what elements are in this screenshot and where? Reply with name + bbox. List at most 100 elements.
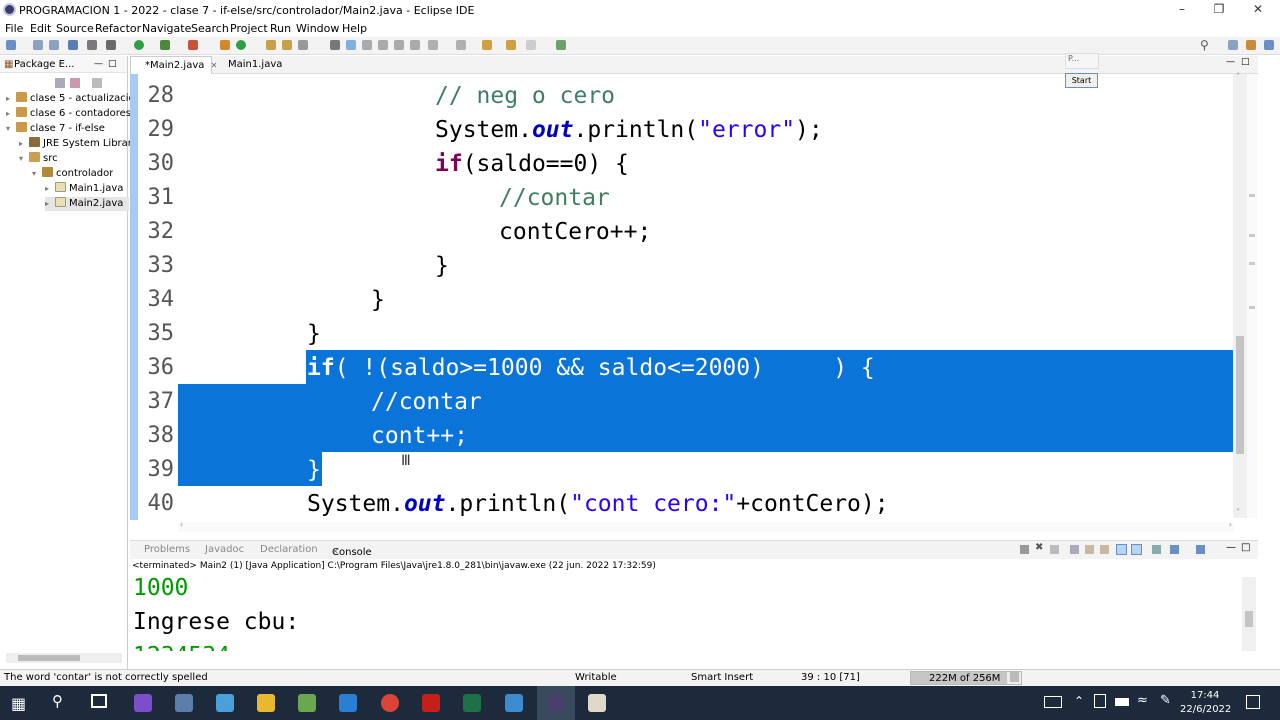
tree-item-main1[interactable]: ▸ Main1.java: [45, 182, 123, 196]
tree-item-main2[interactable]: ▸ Main2.java: [45, 197, 130, 211]
tree-item-controlador[interactable]: ▾ controlador: [32, 167, 113, 181]
floating-panel[interactable]: P...: [1065, 53, 1099, 69]
minimize-editor-icon[interactable]: —: [1226, 57, 1235, 67]
task-view-icon[interactable]: [91, 694, 107, 708]
code-line-39[interactable]: }: [307, 453, 321, 487]
menu-edit[interactable]: Edit: [30, 22, 51, 35]
scroll-lock-icon[interactable]: [1085, 545, 1094, 554]
menu-navigate[interactable]: Navigate: [142, 22, 191, 35]
paint-icon[interactable]: [588, 694, 606, 712]
menu-help[interactable]: Help: [342, 22, 367, 35]
skip-breakpoints-icon[interactable]: [87, 40, 97, 50]
menu-refactor[interactable]: Refactor: [95, 22, 141, 35]
mark-occurrences-icon[interactable]: [346, 40, 356, 50]
chevron-up-icon[interactable]: ⌃: [1074, 694, 1084, 708]
code-line-28[interactable]: // neg o cero: [435, 79, 615, 113]
clear-console-icon[interactable]: [1070, 545, 1079, 554]
menu-source[interactable]: Source: [56, 22, 94, 35]
open-perspective-icon[interactable]: [1228, 40, 1238, 50]
highlight-icon[interactable]: [362, 40, 372, 50]
new-icon[interactable]: [6, 40, 16, 50]
code-line-31[interactable]: //contar: [499, 181, 610, 215]
tab-main1[interactable]: Main1.java: [214, 56, 294, 74]
minimize-icon[interactable]: –: [1172, 2, 1192, 18]
pen-icon[interactable]: ✎: [1160, 693, 1171, 708]
toggle-word-wrap-icon[interactable]: [394, 40, 404, 50]
toggle-block-icon[interactable]: [378, 40, 388, 50]
minimize-view-icon[interactable]: —: [94, 56, 103, 73]
tab-main2[interactable]: *Main2.java ✕: [130, 56, 217, 74]
pin-console-icon[interactable]: [1152, 545, 1161, 554]
postgres-icon[interactable]: [175, 694, 193, 712]
wifi-icon[interactable]: ≈: [1137, 693, 1148, 708]
view-menu-icon[interactable]: [92, 78, 102, 88]
code-line-32[interactable]: contCero++;: [499, 215, 651, 249]
maximize-editor-icon[interactable]: □: [1241, 57, 1250, 67]
tablet-icon[interactable]: [1094, 694, 1106, 708]
file-explorer-icon[interactable]: [257, 694, 275, 712]
pin-icon[interactable]: [330, 40, 340, 50]
visual-studio-icon[interactable]: [134, 694, 152, 712]
package-explorer-header[interactable]: ▦ Package E... — □: [0, 56, 127, 73]
next-annotation-icon[interactable]: [428, 40, 438, 50]
console-scrollbar[interactable]: [1242, 577, 1256, 651]
external-tools-icon[interactable]: [188, 40, 198, 50]
new-java-class-icon[interactable]: [236, 40, 246, 50]
coverage-icon[interactable]: [160, 40, 170, 50]
battery-icon[interactable]: [1115, 698, 1129, 706]
code-line-40[interactable]: System.out.println("cont cero:"+contCero…: [307, 487, 889, 521]
show-whitespace-icon[interactable]: [410, 40, 420, 50]
tree-item-jre[interactable]: ▸ JRE System Library: [19, 137, 138, 151]
open-console-icon[interactable]: [1196, 545, 1205, 554]
tree-item-clase5[interactable]: ▸ clase 5 - actualizacio: [6, 92, 135, 106]
vscode-icon[interactable]: [339, 694, 357, 712]
start-button[interactable]: Start: [1065, 73, 1098, 88]
code-line-37[interactable]: //contar: [371, 385, 482, 419]
tree-item-clase7[interactable]: ▾ clase 7 - if-else: [6, 122, 105, 136]
taskbar-clock[interactable]: 17:44 22/6/2022: [1180, 689, 1231, 717]
menu-run[interactable]: Run: [270, 22, 291, 35]
open-type-icon[interactable]: [266, 40, 276, 50]
terminal-icon[interactable]: [68, 40, 78, 50]
code-line-36[interactable]: if( !(saldo>=1000 && saldo<=2000) ) {: [307, 351, 875, 385]
terminate-icon[interactable]: [1020, 545, 1029, 554]
code-line-35[interactable]: }: [307, 317, 321, 351]
close-tab-icon[interactable]: ✕: [332, 547, 339, 556]
tab-declaration[interactable]: Declaration: [260, 544, 318, 555]
code-line-30[interactable]: if(saldo==0) {: [435, 147, 629, 181]
acrobat-icon[interactable]: [422, 694, 440, 712]
menu-search[interactable]: Search: [191, 22, 229, 35]
menu-project[interactable]: Project: [230, 22, 268, 35]
tree-item-src[interactable]: ▾ src: [19, 152, 58, 166]
maximize-console-icon[interactable]: □: [1241, 542, 1250, 553]
save-icon[interactable]: [33, 40, 43, 50]
save-all-icon[interactable]: [49, 40, 59, 50]
forward-icon[interactable]: [526, 40, 536, 50]
maximize-view-icon[interactable]: □: [108, 56, 117, 73]
notepad-plus-icon[interactable]: [298, 694, 316, 712]
word-wrap-icon[interactable]: [1100, 545, 1109, 554]
search-icon[interactable]: ⚲: [52, 692, 63, 710]
overview-ruler[interactable]: [1247, 74, 1257, 518]
display-console-icon[interactable]: [1170, 545, 1179, 554]
link-with-editor-icon[interactable]: [70, 78, 80, 88]
horizontal-scrollbar[interactable]: [6, 653, 122, 663]
debug-icon[interactable]: [106, 40, 116, 50]
eclipse-taskbar-icon[interactable]: [547, 694, 565, 712]
minimize-console-icon[interactable]: —: [1226, 542, 1236, 553]
show-on-error-icon[interactable]: [1131, 544, 1142, 555]
show-on-output-icon[interactable]: [1116, 544, 1127, 555]
chrome-icon[interactable]: [381, 694, 399, 712]
tab-javadoc[interactable]: Javadoc: [205, 544, 244, 555]
tree-item-clase6[interactable]: ▸ clase 6 - contadores: [6, 107, 131, 121]
collapse-all-icon[interactable]: [55, 78, 65, 88]
code-line-38[interactable]: cont++;: [371, 419, 468, 453]
search-tool-icon[interactable]: [298, 40, 308, 50]
menu-window[interactable]: Window: [296, 22, 339, 35]
windows-start-icon[interactable]: ▦: [11, 694, 26, 713]
excel-icon[interactable]: [463, 694, 481, 712]
garbage-collect-icon[interactable]: [1010, 672, 1019, 682]
close-icon[interactable]: ✕: [1248, 2, 1268, 18]
open-folder-icon[interactable]: [282, 40, 292, 50]
menu-file[interactable]: File: [5, 22, 23, 35]
